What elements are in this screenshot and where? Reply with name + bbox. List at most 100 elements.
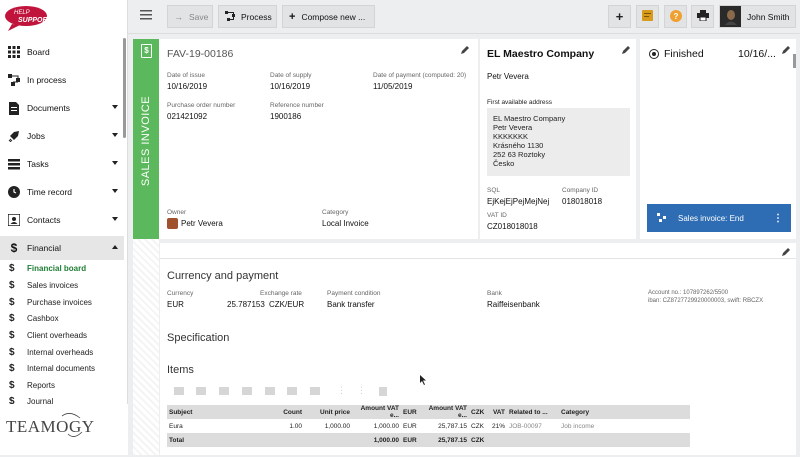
sidebar-item-label: Jobs xyxy=(27,131,45,141)
insert-row-below-icon[interactable] xyxy=(196,387,206,395)
invoice-type-stripe: $ SALES INVOICE xyxy=(133,39,159,239)
column-header[interactable]: EUR xyxy=(401,405,419,419)
date-payment-value[interactable]: 11/05/2019 xyxy=(373,82,412,91)
column-header[interactable]: Count xyxy=(272,405,304,419)
table-cell: EUR xyxy=(401,433,419,447)
address-box[interactable]: EL Maestro Company Petr Vevera KKKKKKK K… xyxy=(487,108,630,176)
payment-condition-label: Payment condition xyxy=(327,290,381,297)
more-vertical-icon[interactable]: ⋮ xyxy=(357,385,366,396)
move-up-icon[interactable] xyxy=(219,387,229,395)
save-button[interactable]: → Save xyxy=(167,5,213,28)
sidebar-scrollbar[interactable] xyxy=(123,38,126,138)
import-icon[interactable] xyxy=(287,387,297,395)
column-header[interactable]: Subject xyxy=(167,405,272,419)
currency-section-title: Currency and payment xyxy=(167,270,279,282)
trash-icon[interactable] xyxy=(379,387,387,396)
reference-label: Reference number xyxy=(270,102,324,109)
dollar-icon: $ xyxy=(9,330,15,341)
edit-pencil-icon[interactable] xyxy=(782,46,790,54)
payment-condition-value[interactable]: Bank transfer xyxy=(327,300,375,309)
hamburger-menu-icon[interactable] xyxy=(140,10,152,22)
table-cell[interactable]: JOB-00097 xyxy=(507,419,559,433)
column-header[interactable]: Amount VAT e... xyxy=(352,405,401,419)
sidebar-item-contacts[interactable]: Contacts xyxy=(0,208,124,232)
notes-button[interactable] xyxy=(636,5,659,28)
compose-new-button[interactable]: + Compose new ... xyxy=(282,5,375,28)
edit-pencil-icon[interactable] xyxy=(782,248,790,256)
currency-value[interactable]: EUR xyxy=(167,300,184,309)
more-vertical-icon[interactable]: ⋮ xyxy=(337,385,346,396)
owner-value[interactable]: Petr Vevera xyxy=(181,219,223,228)
bank-value[interactable]: Raiffeisenbank xyxy=(487,300,540,309)
sidebar-item-label: Contacts xyxy=(27,215,61,225)
column-header[interactable]: Related to ... xyxy=(507,405,559,419)
table-cell: CZK xyxy=(469,433,489,447)
sidebar-item-time-record[interactable]: Time record xyxy=(0,180,124,204)
sidebar-item-board[interactable]: Board xyxy=(0,40,124,64)
vat-id-value: CZ018018018 xyxy=(487,222,538,231)
move-down-icon[interactable] xyxy=(242,387,252,395)
insert-row-icon[interactable] xyxy=(174,387,184,395)
address-line: KKKKKKK xyxy=(493,132,529,141)
sidebar-subitem-client-overheads[interactable]: $ Client overheads xyxy=(0,327,124,344)
contact-icon xyxy=(7,213,21,227)
sidebar-item-label: Board xyxy=(27,47,50,57)
date-supply-value[interactable]: 10/16/2019 xyxy=(270,82,310,91)
specification-section-title: Specification xyxy=(167,332,230,344)
company-name[interactable]: EL Maestro Company xyxy=(487,48,594,60)
mouse-cursor-icon xyxy=(420,375,427,387)
sidebar-item-tasks[interactable]: Tasks xyxy=(0,152,124,176)
sidebar-subitem-sales-invoices[interactable]: $ Sales invoices xyxy=(0,277,124,294)
clock-icon xyxy=(7,185,21,199)
sidebar-item-jobs[interactable]: Jobs xyxy=(0,124,124,148)
category-value[interactable]: Local Invoice xyxy=(322,219,369,228)
more-vertical-icon[interactable]: ⋮ xyxy=(773,213,783,224)
sidebar-item-in-process[interactable]: In process xyxy=(0,68,124,92)
workflow-step-button[interactable]: Sales invoice: End ⋮ xyxy=(647,204,791,232)
print-button[interactable] xyxy=(691,5,714,28)
vat-id-label: VAT ID xyxy=(487,212,507,219)
sidebar-item-label: Financial xyxy=(27,243,62,253)
column-header[interactable]: Category xyxy=(559,405,690,419)
table-cell xyxy=(507,433,559,447)
sidebar-subitem-internal-documents[interactable]: $ Internal documents xyxy=(0,360,124,377)
table-row[interactable]: Eura 1.00 1,000.00 1,000.00 EUR 25,787.1… xyxy=(167,419,690,433)
date-issue-value[interactable]: 10/16/2019 xyxy=(167,82,207,91)
sidebar-subitem-purchase-invoices[interactable]: $ Purchase invoices xyxy=(0,294,124,311)
sidebar-subitem-internal-overheads[interactable]: $ Internal overheads xyxy=(0,344,124,361)
invoice-number[interactable]: FAV-19-00186 xyxy=(167,48,233,60)
sidebar-item-label: In process xyxy=(27,75,67,85)
reference-value[interactable]: 1900186 xyxy=(270,112,301,121)
sidebar-subitem-reports[interactable]: $ Reports xyxy=(0,377,124,394)
process-button[interactable]: Process xyxy=(218,5,277,28)
help-support-logo[interactable]: HELP SUPPORT xyxy=(4,4,54,32)
avatar xyxy=(720,6,741,27)
column-header[interactable]: CZK xyxy=(469,405,489,419)
sidebar-item-financial[interactable]: $ Financial xyxy=(0,236,124,260)
table-cell: Total xyxy=(167,433,272,447)
sidebar-subitem-financial-board[interactable]: $ Financial board xyxy=(0,260,124,277)
plus-icon: + xyxy=(615,9,624,24)
column-header[interactable]: VAT xyxy=(489,405,507,419)
account-number: Account no.: 107897262/5500 xyxy=(648,290,729,296)
add-button[interactable]: + xyxy=(608,5,631,28)
sidebar-item-documents[interactable]: Documents xyxy=(0,96,124,120)
document-icon xyxy=(7,101,21,115)
edit-pencil-icon[interactable] xyxy=(461,46,469,54)
copy-row-icon[interactable] xyxy=(265,387,275,395)
status-scrollbar[interactable] xyxy=(793,54,796,68)
date-supply-label: Date of supply xyxy=(270,72,312,79)
export-icon[interactable] xyxy=(310,387,320,395)
process-icon xyxy=(657,212,666,224)
help-icon: ? xyxy=(669,9,682,24)
column-header[interactable]: Unit price xyxy=(304,405,352,419)
po-value[interactable]: 021421092 xyxy=(167,112,207,121)
sidebar-subitem-cashbox[interactable]: $ Cashbox xyxy=(0,310,124,327)
company-contact[interactable]: Petr Vevera xyxy=(487,72,529,81)
column-header[interactable]: Amount VAT e... xyxy=(419,405,469,419)
help-button[interactable]: ? xyxy=(664,5,687,28)
edit-pencil-icon[interactable] xyxy=(622,46,630,54)
dollar-icon: $ xyxy=(9,263,15,274)
exchange-rate-value[interactable]: 25.787153 xyxy=(227,300,265,309)
user-menu[interactable]: John Smith xyxy=(719,5,796,28)
